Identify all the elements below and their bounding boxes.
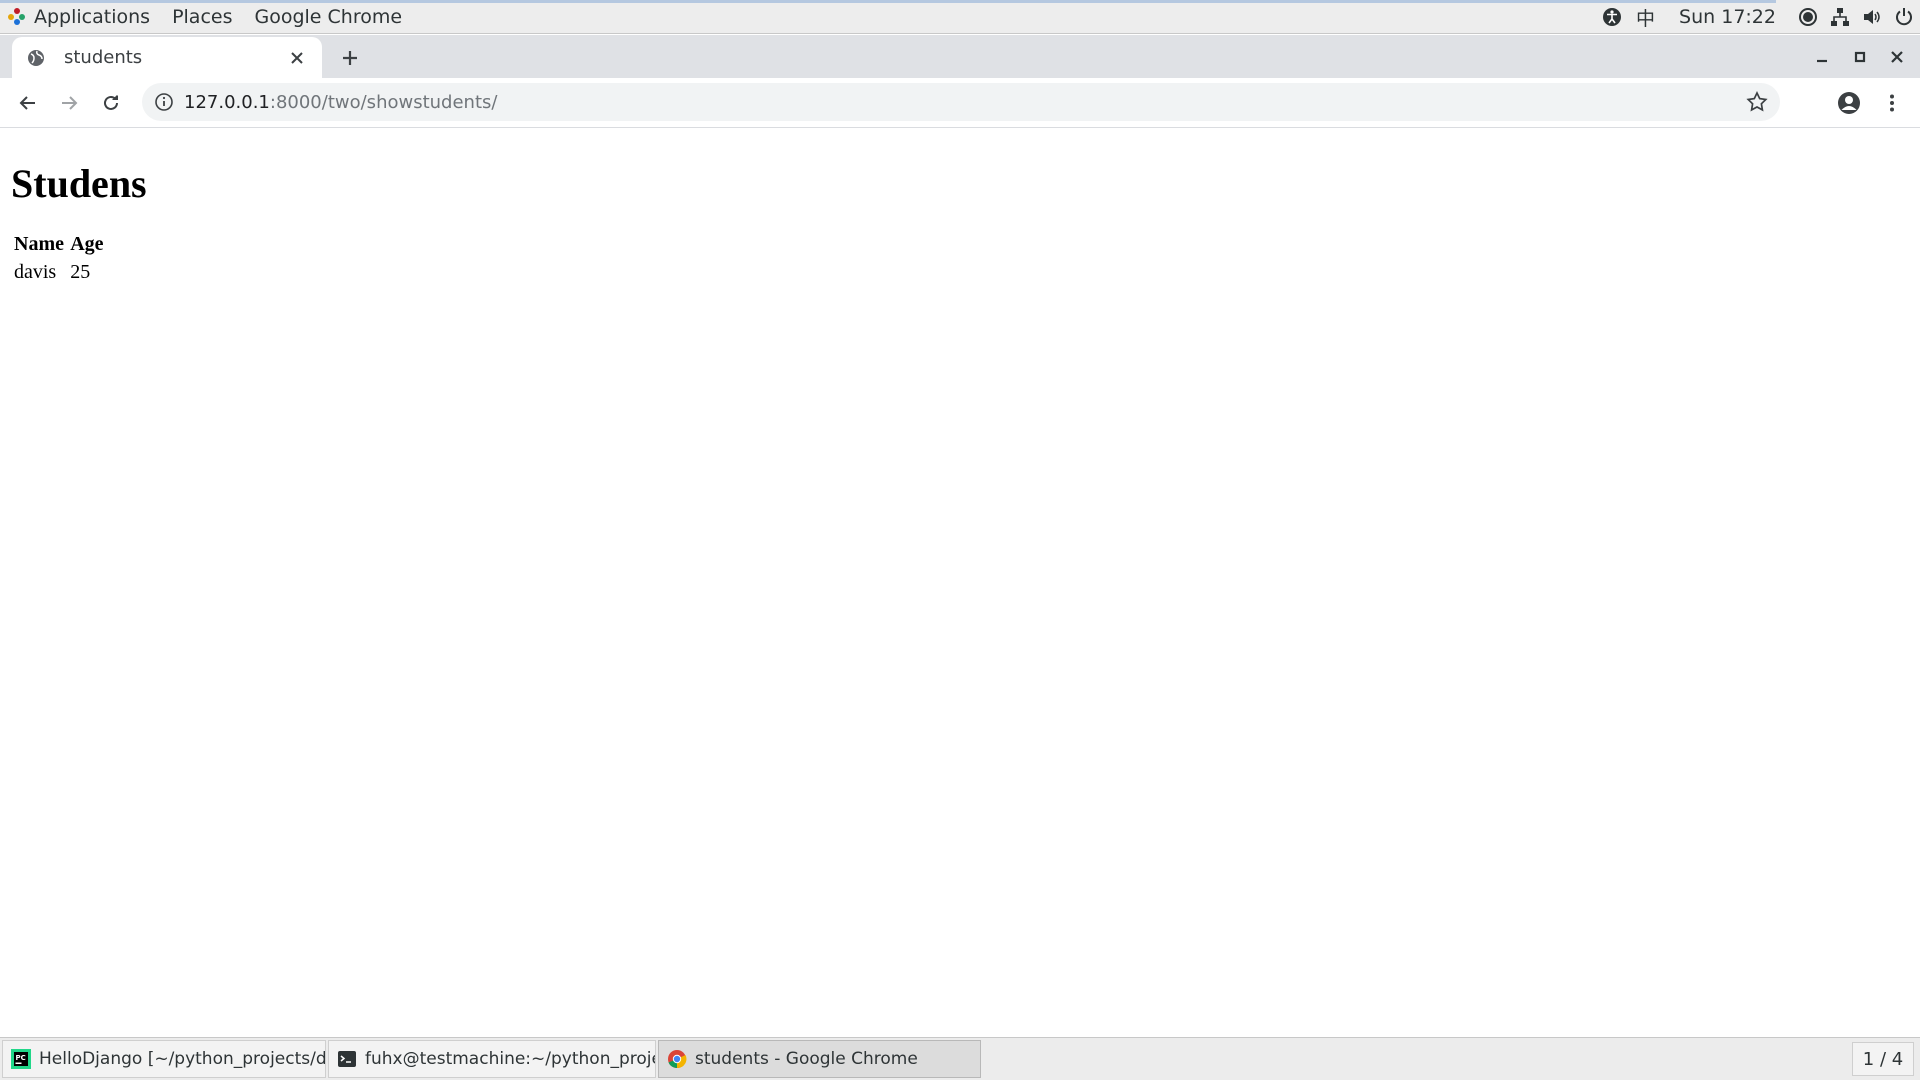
account-circle-icon — [1838, 92, 1860, 114]
column-header-age: Age — [70, 233, 104, 255]
volume-icon[interactable] — [1856, 0, 1888, 34]
taskbar-item-label: students - Google Chrome — [695, 1049, 918, 1069]
power-icon[interactable] — [1888, 0, 1920, 34]
back-button[interactable] — [11, 86, 45, 120]
cell-age: 25 — [70, 261, 91, 283]
maximize-window-button[interactable] — [1842, 35, 1878, 78]
address-bar[interactable]: 127.0.0.1:8000/two/showstudents/ — [142, 83, 1780, 121]
taskbar-item-terminal[interactable]: fuhx@testmachine:~/python_project... — [328, 1040, 656, 1078]
arrow-right-icon — [62, 96, 78, 110]
taskbar-item-label: HelloDjango [~/python_projects/djan... — [39, 1049, 326, 1069]
column-header-name: Name — [14, 233, 64, 255]
applications-menu-label: Applications — [34, 5, 151, 28]
input-method-indicator[interactable]: 中 — [1628, 4, 1663, 31]
reload-button[interactable] — [94, 86, 128, 120]
tab-students[interactable]: students — [12, 37, 322, 78]
clock[interactable]: Sun 17:22 — [1663, 6, 1792, 28]
site-info-icon[interactable] — [154, 92, 174, 112]
arrow-left-icon — [19, 96, 35, 110]
terminal-icon — [337, 1049, 357, 1069]
top-bar-accent-line — [0, 0, 1776, 3]
taskbar-item-label: fuhx@testmachine:~/python_project... — [365, 1049, 655, 1069]
places-menu[interactable]: Places — [161, 0, 243, 33]
close-tab-icon[interactable] — [286, 47, 308, 69]
applications-menu[interactable]: Applications — [0, 0, 161, 33]
svg-text:PC: PC — [16, 1054, 26, 1062]
new-tab-button[interactable] — [336, 44, 364, 72]
maximize-icon — [1854, 51, 1866, 62]
chrome-tab-strip: students — [0, 35, 1920, 78]
app-menu-label: Google Chrome — [254, 5, 403, 28]
more-vert-icon — [1890, 94, 1894, 112]
accessibility-icon[interactable] — [1596, 0, 1628, 34]
students-table: Name Age davis 25 — [10, 229, 108, 288]
pycharm-icon: PC — [11, 1049, 31, 1069]
app-menu-google-chrome[interactable]: Google Chrome — [243, 0, 413, 33]
workspace-indicator[interactable]: 1 / 4 — [1852, 1042, 1914, 1076]
chrome-icon — [667, 1049, 687, 1069]
chrome-toolbar: 127.0.0.1:8000/two/showstudents/ — [0, 78, 1920, 128]
url-text[interactable]: 127.0.0.1:8000/two/showstudents/ — [184, 92, 497, 113]
applications-logo-icon — [8, 7, 26, 26]
chrome-menu-button[interactable] — [1875, 86, 1909, 120]
web-page-content: Studens Name Age davis 25 — [0, 129, 1920, 1037]
table-row: davis 25 — [13, 260, 105, 285]
minimize-window-button[interactable] — [1804, 35, 1840, 78]
forward-button[interactable] — [52, 86, 86, 120]
url-path: :8000/two/showstudents/ — [269, 91, 498, 113]
profile-button[interactable] — [1832, 86, 1866, 120]
tab-title: students — [64, 47, 143, 68]
network-icon[interactable] — [1824, 0, 1856, 34]
minimize-icon — [1817, 59, 1827, 62]
table-header-row: Name Age — [13, 232, 105, 257]
close-window-button[interactable] — [1879, 35, 1915, 78]
close-icon — [1891, 50, 1903, 63]
page-heading: Studens — [11, 161, 147, 206]
window-list-taskbar: PC HelloDjango [~/python_projects/djan..… — [0, 1037, 1920, 1080]
bookmark-star-icon[interactable] — [1746, 91, 1768, 113]
places-menu-label: Places — [172, 5, 233, 28]
url-host: 127.0.0.1 — [184, 91, 270, 113]
taskbar-item-pycharm[interactable]: PC HelloDjango [~/python_projects/djan..… — [2, 1040, 326, 1078]
screen-record-icon[interactable] — [1792, 0, 1824, 34]
taskbar-item-chrome[interactable]: students - Google Chrome — [658, 1040, 981, 1078]
plus-icon — [343, 51, 357, 65]
cell-name: davis — [14, 261, 57, 283]
reload-icon — [104, 95, 118, 110]
gnome-top-bar: Applications Places Google Chrome 中 Sun … — [0, 0, 1920, 34]
globe-icon — [26, 48, 46, 68]
top-bar-status-area: 中 Sun 17:22 — [1596, 0, 1920, 34]
